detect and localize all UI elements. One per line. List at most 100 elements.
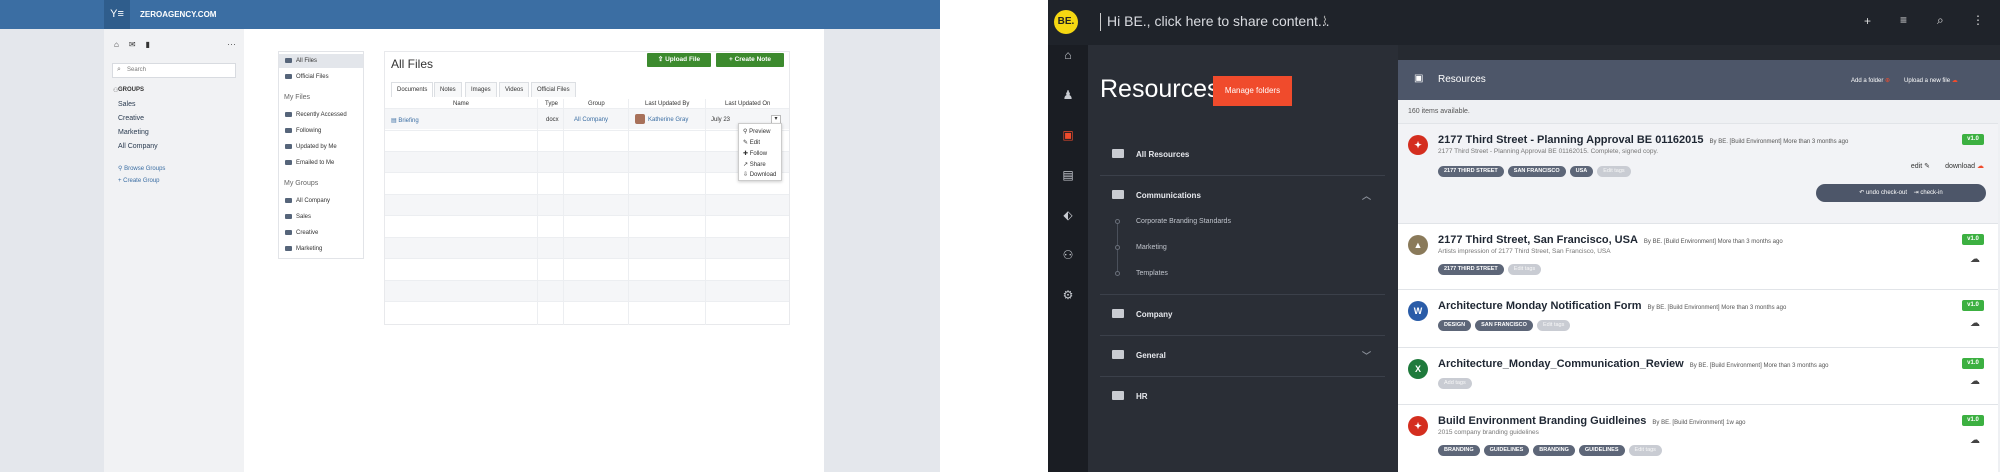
folder-communications[interactable]: Communications ︿: [1100, 175, 1385, 215]
file-name-link[interactable]: ▤ Briefing: [391, 117, 419, 124]
list-item[interactable]: X Architecture_Monday_Communication_Revi…: [1398, 347, 1998, 404]
brand-logo[interactable]: BE.: [1054, 10, 1078, 34]
subfolder-templates[interactable]: Templates: [1136, 270, 1168, 277]
nav-official-files[interactable]: Official Files: [279, 70, 363, 84]
checkin-button[interactable]: ⇥ check-in: [1914, 190, 1943, 196]
create-note-button[interactable]: + Create Note: [716, 53, 784, 67]
subfolder-marketing[interactable]: Marketing: [1136, 244, 1167, 251]
menu-item-follow[interactable]: ✚ Follow: [743, 150, 767, 157]
create-group-link[interactable]: + Create Group: [118, 178, 160, 184]
document-icon[interactable]: ▤: [1058, 168, 1078, 184]
cloud-download-icon[interactable]: ☁: [1970, 435, 1980, 446]
search-input[interactable]: ⌕ Search: [112, 63, 236, 78]
tab-notes[interactable]: Notes: [434, 82, 462, 97]
tag[interactable]: USA: [1569, 166, 1594, 177]
tab-documents[interactable]: Documents: [391, 82, 434, 97]
nav-group-sales[interactable]: Sales: [279, 210, 363, 224]
column-header-name[interactable]: Name: [453, 101, 469, 107]
list-item[interactable]: ✦ Build Environment Branding Guidleines B…: [1398, 404, 1998, 472]
menu-item-share[interactable]: ↗ Share: [743, 161, 766, 168]
file-group-link[interactable]: All Company: [574, 117, 608, 123]
menu-item-preview[interactable]: ⚲ Preview: [743, 128, 770, 135]
nav-group-marketing[interactable]: Marketing: [279, 242, 363, 256]
more-icon[interactable]: ···: [227, 39, 236, 49]
menu-icon[interactable]: ≡: [1900, 13, 1907, 27]
upload-file-link[interactable]: Upload a new file ☁: [1904, 77, 1958, 84]
group-link-marketing[interactable]: Marketing: [118, 129, 149, 136]
tag[interactable]: GUIDELINES: [1483, 445, 1530, 456]
item-title[interactable]: 2177 Third Street - Planning Approval BE…: [1438, 134, 1848, 146]
nav-emailed-to-me[interactable]: Emailed to Me: [279, 156, 363, 170]
group-link-all-company[interactable]: All Company: [118, 143, 158, 150]
menu-item-edit[interactable]: ✎ Edit: [743, 139, 760, 146]
folder-all-resources[interactable]: All Resources: [1100, 135, 1385, 175]
attachment-icon[interactable]: ⌇: [1322, 14, 1328, 28]
user-icon[interactable]: ♟: [1058, 88, 1078, 104]
item-title[interactable]: Architecture Monday Notification Form By …: [1438, 300, 1786, 312]
tab-images[interactable]: Images: [465, 82, 497, 97]
clipboard-icon[interactable]: ▮: [146, 40, 150, 49]
edit-tags-button[interactable]: Edit tags: [1628, 445, 1662, 456]
edit-tags-button[interactable]: Edit tags: [1507, 264, 1542, 275]
folder-hr[interactable]: HR: [1100, 376, 1385, 416]
cloud-download-icon[interactable]: ☁: [1970, 376, 1980, 387]
item-title[interactable]: 2177 Third Street, San Francisco, USA By …: [1438, 234, 1783, 246]
cloud-download-icon[interactable]: ☁: [1970, 318, 1980, 329]
add-tags-button[interactable]: Add tags: [1438, 378, 1472, 389]
column-header-updated-by[interactable]: Last Updated By: [645, 101, 689, 107]
list-item[interactable]: ▲ 2177 Third Street, San Francisco, USA B…: [1398, 223, 1998, 289]
upload-file-button[interactable]: ⇪ Upload File: [647, 53, 711, 67]
undo-checkout-button[interactable]: ↶ undo check-out: [1859, 190, 1907, 196]
tag[interactable]: 2177 THIRD STREET: [1438, 166, 1504, 177]
tag-icon[interactable]: ⬖: [1058, 208, 1078, 224]
tab-official-files[interactable]: Official Files: [531, 82, 576, 97]
site-name[interactable]: ZEROAGENCY.COM: [140, 0, 216, 29]
home-icon[interactable]: ⌂: [114, 40, 119, 49]
item-title[interactable]: Build Environment Branding Guidleines By …: [1438, 415, 1745, 427]
search-icon[interactable]: ⌕: [1937, 13, 1944, 28]
download-link[interactable]: download ☁: [1945, 162, 1984, 170]
column-header-type[interactable]: Type: [545, 101, 558, 107]
menu-item-download[interactable]: ⇩ Download: [743, 171, 776, 178]
mail-icon[interactable]: ✉: [129, 40, 136, 49]
more-icon[interactable]: ⋮: [1972, 13, 1984, 27]
group-link-sales[interactable]: Sales: [118, 101, 136, 108]
tag[interactable]: DESIGN: [1438, 320, 1472, 331]
column-header-updated-on[interactable]: Last Updated On: [725, 101, 770, 107]
edit-link[interactable]: edit ✎: [1911, 162, 1930, 170]
home-icon[interactable]: ⌂: [1058, 48, 1078, 64]
brand-logo[interactable]: Y≡: [104, 0, 130, 29]
column-header-group[interactable]: Group: [588, 101, 605, 107]
briefcase-icon[interactable]: ▣: [1058, 128, 1078, 144]
list-item[interactable]: W Architecture Monday Notification Form B…: [1398, 289, 1998, 347]
plus-icon[interactable]: +: [1864, 14, 1871, 28]
tag[interactable]: BRANDING: [1438, 445, 1480, 456]
tag[interactable]: GUIDELINES: [1578, 445, 1625, 456]
tab-videos[interactable]: Videos: [499, 82, 530, 97]
subfolder-corporate-branding[interactable]: Corporate Branding Standards: [1136, 218, 1231, 225]
updated-by-link[interactable]: Katherine Gray: [648, 117, 688, 123]
tag[interactable]: 2177 THIRD STREET: [1438, 264, 1504, 275]
edit-tags-button[interactable]: Edit tags: [1597, 166, 1631, 177]
nav-following[interactable]: Following: [279, 124, 363, 138]
nav-group-creative[interactable]: Creative: [279, 226, 363, 240]
nav-updated-by-me[interactable]: Updated by Me: [279, 140, 363, 154]
group-link-creative[interactable]: Creative: [118, 115, 144, 122]
item-title[interactable]: Architecture_Monday_Communication_Review…: [1438, 358, 1829, 370]
nav-group-all-company[interactable]: All Company: [279, 194, 363, 208]
nav-recently-accessed[interactable]: Recently Accessed: [279, 108, 363, 122]
gear-icon[interactable]: ⚙: [1058, 288, 1078, 304]
tag[interactable]: BRANDING: [1533, 445, 1575, 456]
tag[interactable]: SAN FRANCISCO: [1507, 166, 1566, 177]
manage-folders-button[interactable]: Manage folders: [1213, 76, 1292, 106]
users-icon[interactable]: ⚇: [1058, 248, 1078, 264]
tag[interactable]: SAN FRANCISCO: [1475, 320, 1533, 331]
add-folder-link[interactable]: Add a folder ⊕: [1851, 77, 1890, 84]
folder-company[interactable]: Company: [1100, 294, 1385, 334]
avatar[interactable]: [635, 114, 645, 124]
nav-all-files[interactable]: All Files: [279, 54, 363, 68]
browse-groups-link[interactable]: ⚲ Browse Groups: [118, 165, 165, 172]
cloud-download-icon[interactable]: ☁: [1970, 254, 1980, 265]
share-input[interactable]: Hi BE., click here to share content...: [1107, 13, 1330, 29]
list-item[interactable]: ✦ 2177 Third Street - Planning Approval …: [1398, 123, 1998, 223]
